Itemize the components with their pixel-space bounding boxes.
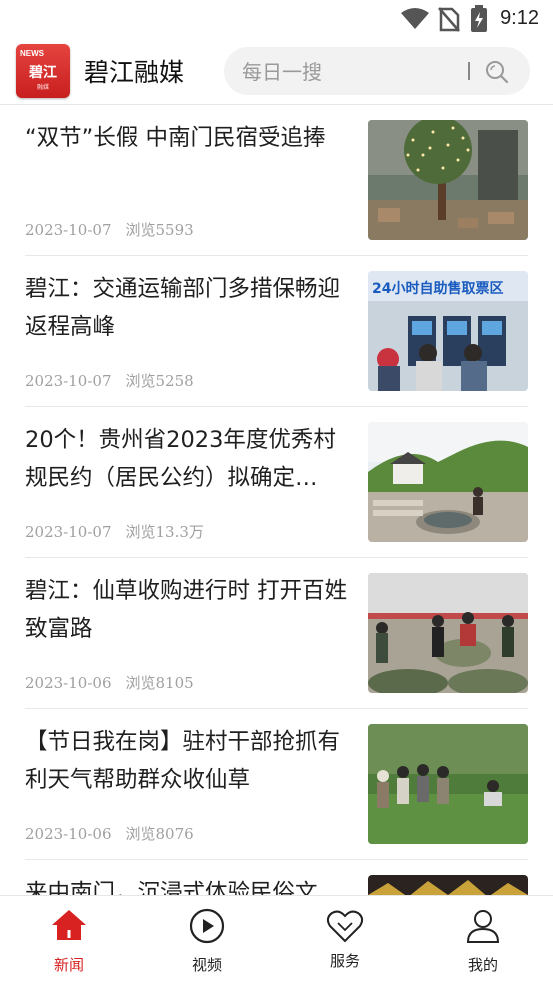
news-item[interactable]: 【节日我在岗】驻村干部抢抓有利天气帮助群众收仙草 2023-10-06 浏览807… <box>25 709 528 860</box>
wifi-icon <box>401 8 429 29</box>
news-thumbnail[interactable] <box>368 573 528 693</box>
tab-news[interactable]: 新闻 <box>0 896 138 984</box>
news-meta: 2023-10-06 浏览8105 <box>25 672 194 693</box>
news-item[interactable]: 来中南门，沉浸式体验民俗文 <box>25 860 528 895</box>
thumb-sign: 24小时自助售取票区 <box>372 280 503 297</box>
tab-video-label: 视频 <box>191 956 222 974</box>
home-icon <box>52 910 86 940</box>
news-views: 浏览13.3万 <box>125 523 204 541</box>
news-title[interactable]: 【节日我在岗】驻村干部抢抓有利天气帮助群众收仙草 <box>25 723 355 799</box>
news-item[interactable]: 20个！贵州省2023年度优秀村规民约（居民公约）拟确定… 2023-10-07… <box>25 407 528 558</box>
user-icon <box>466 910 500 943</box>
logo-name: 碧江 <box>29 65 57 81</box>
news-feed[interactable]: “双节”长假 中南门民宿受追捧 2023-10-07 浏览5593 碧江：交通运… <box>0 105 553 895</box>
bottom-nav: 新闻 视频 服务 我的 <box>0 895 553 984</box>
news-date: 2023-10-07 <box>25 523 112 541</box>
news-date: 2023-10-06 <box>25 674 112 692</box>
tab-service[interactable]: 服务 <box>276 896 414 984</box>
news-thumbnail[interactable] <box>368 120 528 240</box>
news-thumbnail[interactable] <box>368 875 528 895</box>
news-views: 浏览8076 <box>125 825 194 843</box>
status-time: 9:12 <box>500 7 539 29</box>
battery-charging-icon <box>471 5 487 32</box>
news-thumbnail[interactable] <box>368 422 528 542</box>
news-views: 浏览5258 <box>125 372 194 390</box>
news-views: 浏览5593 <box>125 221 194 239</box>
search-input[interactable] <box>240 47 464 97</box>
news-meta: 2023-10-07 浏览5258 <box>25 370 194 391</box>
app-header: NEWS 碧江 融媒 碧江融媒 <box>0 38 553 105</box>
news-date: 2023-10-07 <box>25 221 112 239</box>
search-box[interactable] <box>224 47 530 97</box>
heart-icon <box>326 910 364 943</box>
play-icon <box>189 908 225 944</box>
news-title[interactable]: 20个！贵州省2023年度优秀村规民约（居民公约）拟确定… <box>25 421 355 497</box>
news-title[interactable]: 碧江：仙草收购进行时 打开百姓致富路 <box>25 572 355 648</box>
no-sim-icon <box>438 7 460 32</box>
app-title: 碧江融媒 <box>84 58 185 87</box>
news-date: 2023-10-07 <box>25 372 112 390</box>
news-item[interactable]: 碧江：交通运输部门多措保畅迎返程高峰 2023-10-07 浏览5258 24小时… <box>25 256 528 407</box>
news-meta: 2023-10-07 浏览5593 <box>25 219 194 240</box>
news-views: 浏览8105 <box>125 674 194 692</box>
tab-video[interactable]: 视频 <box>138 896 276 984</box>
news-title[interactable]: “双节”长假 中南门民宿受追捧 <box>25 119 355 157</box>
news-meta: 2023-10-06 浏览8076 <box>25 823 194 844</box>
app-logo: NEWS 碧江 融媒 <box>16 44 70 98</box>
news-title[interactable]: 碧江：交通运输部门多措保畅迎返程高峰 <box>25 270 355 346</box>
news-thumbnail[interactable] <box>368 724 528 844</box>
search-divider <box>468 62 470 80</box>
logo-badge: NEWS <box>20 49 44 58</box>
news-item[interactable]: “双节”长假 中南门民宿受追捧 2023-10-07 浏览5593 <box>25 105 528 256</box>
news-thumbnail[interactable]: 24小时自助售取票区 <box>368 271 528 391</box>
news-title[interactable]: 来中南门，沉浸式体验民俗文 <box>25 874 355 895</box>
tab-service-label: 服务 <box>329 952 360 970</box>
news-date: 2023-10-06 <box>25 825 112 843</box>
tab-mine[interactable]: 我的 <box>414 896 552 984</box>
logo-sub: 融媒 <box>36 84 49 91</box>
search-icon[interactable] <box>484 59 510 85</box>
news-item[interactable]: 碧江：仙草收购进行时 打开百姓致富路 2023-10-06 浏览8105 <box>25 558 528 709</box>
tab-mine-label: 我的 <box>467 956 498 974</box>
status-bar: 9:12 <box>0 0 553 38</box>
news-meta: 2023-10-07 浏览13.3万 <box>25 521 204 542</box>
tab-news-label: 新闻 <box>53 956 84 974</box>
